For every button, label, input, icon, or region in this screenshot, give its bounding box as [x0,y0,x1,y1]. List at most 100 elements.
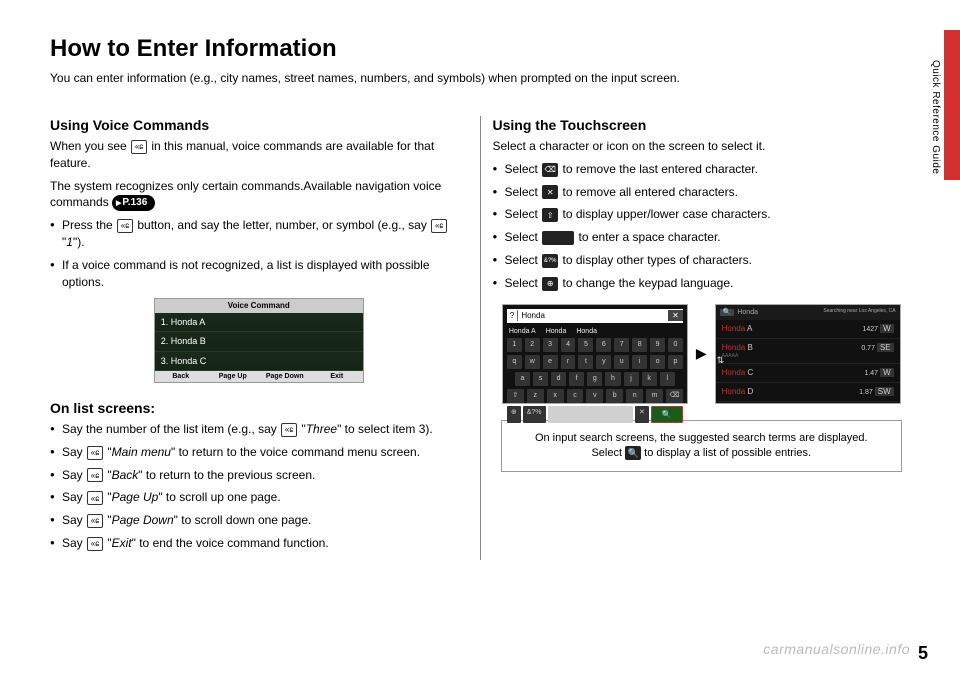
key: t [578,355,593,369]
key: c [567,389,584,403]
list-item: Say «ɕ "Page Down" to scroll down one pa… [50,512,468,529]
vc-footer: Back Page Up Page Down Exit [155,371,363,382]
result-row: Honda C1.47W [716,364,900,383]
key-row: qwertyuiop [507,355,683,369]
touch-item: Select &?% to display other types of cha… [493,252,911,269]
touch-item: Select ⇧ to display upper/lower case cha… [493,206,911,223]
search-icon: 🔍 [720,309,735,316]
result-row: Honda D1.87SW [716,383,900,402]
input-text: Honda [518,310,668,321]
voice-intro-2: The system recognizes only certain comma… [50,178,468,212]
caption-box: On input search screens, the suggested s… [501,420,903,473]
touch-item: Select ✕ to remove all entered character… [493,184,911,201]
list-item: Say the number of the list item (e.g., s… [50,421,468,438]
key: s [533,372,548,386]
globe-icon: ⊕ [507,406,521,423]
search-icon: 🔍 [651,406,683,423]
list-item: Say «ɕ "Back" to return to the previous … [50,467,468,484]
voice-bullet-1: Press the «ɕ button, and say the letter,… [50,217,468,251]
page-link[interactable]: P.136 [112,195,155,211]
arrow-icon: ▶ [696,344,707,364]
key: 8 [632,338,647,352]
page-title: How to Enter Information [50,32,910,66]
delete-x-icon: ⌫ [542,163,558,177]
key: 0 [668,338,683,352]
voice-heading: Using Voice Commands [50,116,468,136]
page-subtitle: You can enter information (e.g., city na… [50,70,910,87]
globe-icon: ⊕ [542,277,558,291]
help-icon: ? [507,310,518,321]
touch-heading: Using the Touchscreen [493,116,911,136]
cycle-icon: ⇅ [717,354,725,367]
key-row: ⇧zxcvbnm⌫ [507,389,683,403]
space-icon [542,231,574,245]
search-icon: 🔍 [625,446,641,460]
clear-x-icon: ✕ [635,406,649,423]
bottom-row: ⊕ &?% ✕ 🔍 [503,406,687,423]
key: ⇧ [507,389,524,403]
right-column: Using the Touchscreen Select a character… [481,116,911,559]
key: y [596,355,611,369]
key: x [547,389,564,403]
voice-icon: «ɕ [87,514,103,528]
page-content: How to Enter Information You can enter i… [0,0,960,580]
result-row: Honda A1427W [716,320,900,339]
touch-items: Select ⌫ to remove the last entered char… [493,161,911,292]
voice-icon: «ɕ [131,140,147,154]
vc-item: 2. Honda B [155,332,363,352]
vc-item: 3. Honda C [155,352,363,372]
key: d [551,372,566,386]
key: r [561,355,576,369]
key: 7 [614,338,629,352]
clear-x-icon: ✕ [668,310,683,321]
key: a [515,372,530,386]
touch-item: Select ⊕ to change the keypad language. [493,275,911,292]
result-row: Honda BAAAAA0.77SE [716,339,900,364]
key: g [587,372,602,386]
key-row: asdfghjkl [507,372,683,386]
voice-intro-1: When you see «ɕ in this manual, voice co… [50,138,468,172]
voice-bullet-2: If a voice command is not recognized, a … [50,257,468,291]
key: h [605,372,620,386]
watermark: carmanualsonline.info [763,640,910,660]
suggest-row: Honda AHondaHonda [503,327,687,339]
shift-icon: ⇧ [542,208,558,222]
key: o [650,355,665,369]
key: q [507,355,522,369]
list-items: Say the number of the list item (e.g., s… [50,421,468,552]
voice-command-screen: Voice Command 1. Honda A 2. Honda B 3. H… [154,298,364,383]
key: 4 [561,338,576,352]
list-item: Say «ɕ "Exit" to end the voice command f… [50,535,468,552]
key: m [646,389,663,403]
key: b [606,389,623,403]
touch-item: Select to enter a space character. [493,229,911,246]
key: l [660,372,675,386]
key: n [626,389,643,403]
key: 3 [543,338,558,352]
touchscreen-illustration: ? Honda ✕ Honda AHondaHonda 1234567890 q… [499,304,905,404]
key: 1 [507,338,522,352]
left-column: Using Voice Commands When you see «ɕ in … [50,116,481,559]
touch-item: Select ⌫ to remove the last entered char… [493,161,911,178]
key: w [525,355,540,369]
key: 6 [596,338,611,352]
voice-icon: «ɕ [87,446,103,460]
key: p [668,355,683,369]
voice-icon: «ɕ [431,219,447,233]
key-row: 1234567890 [507,338,683,352]
key: i [632,355,647,369]
key: v [586,389,603,403]
page-number: 5 [918,641,928,666]
key: j [624,372,639,386]
clear-x-icon: ✕ [542,185,558,199]
key: 5 [578,338,593,352]
results-screen: 🔍Honda Searching near Los Angeles, CA ⇅ … [715,304,901,404]
key: 9 [650,338,665,352]
key: z [527,389,544,403]
key: u [614,355,629,369]
voice-icon: «ɕ [281,423,297,437]
touch-intro: Select a character or icon on the screen… [493,138,911,155]
list-item: Say «ɕ "Page Up" to scroll up one page. [50,489,468,506]
keyboard-screen: ? Honda ✕ Honda AHondaHonda 1234567890 q… [502,304,688,404]
key: k [642,372,657,386]
